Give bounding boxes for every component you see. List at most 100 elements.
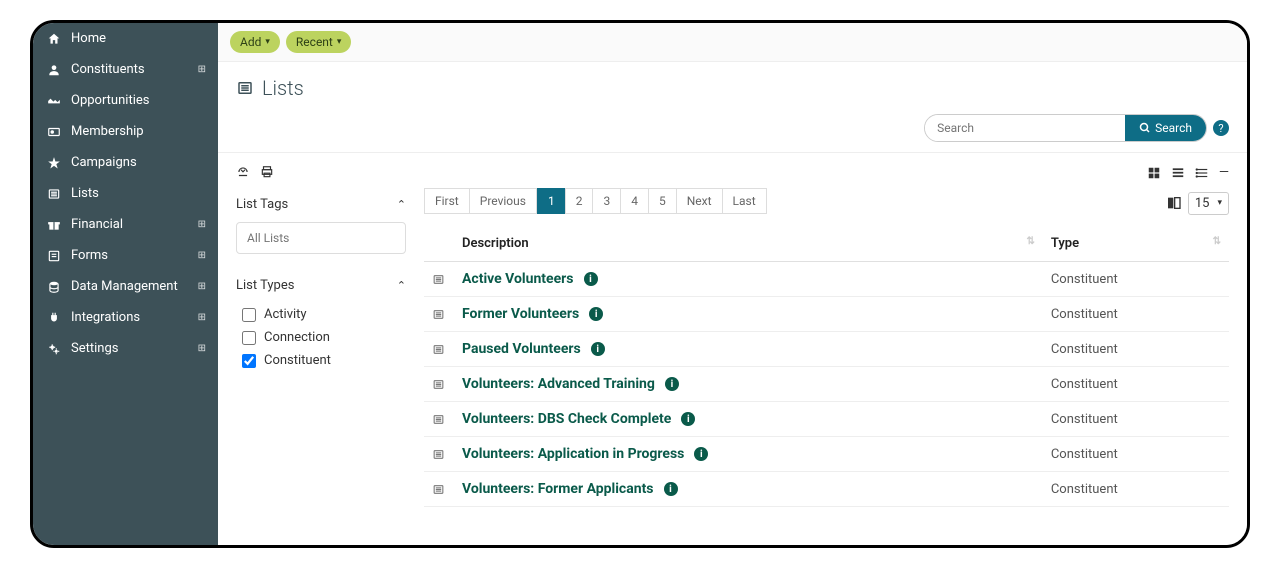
grid-view-icon[interactable] (1147, 166, 1161, 180)
page-5[interactable]: 5 (648, 188, 677, 214)
expand-icon: ⊞ (198, 64, 206, 75)
gift-icon (45, 218, 63, 232)
page-next[interactable]: Next (676, 188, 723, 214)
sidebar-item-lists[interactable]: Lists (33, 178, 218, 209)
sidebar-label: Integrations (71, 310, 198, 325)
checkbox[interactable] (242, 308, 256, 322)
plug-icon (45, 311, 63, 325)
info-icon[interactable]: i (681, 412, 695, 426)
table-row[interactable]: Volunteers: DBS Check Completei Constitue… (424, 402, 1229, 437)
search-button[interactable]: Search (1125, 115, 1206, 141)
sidebar-item-opportunities[interactable]: Opportunities (33, 85, 218, 116)
expand-icon: ⊞ (198, 312, 206, 323)
sidebar-label: Membership (71, 124, 206, 139)
help-icon[interactable]: ? (1213, 120, 1229, 136)
info-icon[interactable]: i (591, 342, 605, 356)
search-input[interactable] (925, 115, 1125, 141)
page-title-text: Lists (262, 76, 304, 100)
type-cell: Constituent (1043, 402, 1229, 437)
list-link[interactable]: Volunteers: Application in Progressi (462, 446, 708, 462)
column-description[interactable]: Description⇅ (454, 226, 1043, 262)
list-types-label: List Types (236, 278, 294, 293)
table-row[interactable]: Volunteers: Advanced Trainingi Constituen… (424, 367, 1229, 402)
download-icon[interactable] (236, 165, 250, 179)
column-type[interactable]: Type⇅ (1043, 226, 1229, 262)
sidebar-label: Settings (71, 341, 198, 356)
list-icon (432, 343, 446, 356)
sidebar-item-forms[interactable]: Forms ⊞ (33, 240, 218, 271)
sidebar-item-integrations[interactable]: Integrations ⊞ (33, 302, 218, 333)
page-first[interactable]: First (424, 188, 470, 214)
info-icon[interactable]: i (694, 447, 708, 461)
type-cell: Constituent (1043, 332, 1229, 367)
sidebar-item-home[interactable]: Home (33, 23, 218, 54)
list-link[interactable]: Volunteers: Advanced Trainingi (462, 376, 679, 392)
sidebar-item-data-management[interactable]: Data Management ⊞ (33, 271, 218, 302)
main-content: Add▾ Recent▾ Lists Search ? (218, 23, 1247, 545)
compact-view-icon[interactable] (1195, 166, 1209, 180)
checkbox[interactable] (242, 354, 256, 368)
list-type-constituent[interactable]: Constituent (236, 349, 406, 372)
handshake-icon (45, 94, 63, 108)
list-link[interactable]: Former Volunteersi (462, 306, 603, 322)
sidebar-item-financial[interactable]: Financial ⊞ (33, 209, 218, 240)
list-type-activity[interactable]: Activity (236, 303, 406, 326)
checkbox-label: Constituent (264, 353, 331, 368)
info-icon[interactable]: i (584, 272, 598, 286)
list-type-connection[interactable]: Connection (236, 326, 406, 349)
sidebar-item-campaigns[interactable]: Campaigns (33, 147, 218, 178)
sidebar-item-settings[interactable]: Settings ⊞ (33, 333, 218, 364)
add-label: Add (240, 35, 261, 49)
print-icon[interactable] (260, 165, 274, 179)
add-button[interactable]: Add▾ (230, 31, 280, 53)
list-icon (432, 483, 446, 496)
page-previous[interactable]: Previous (469, 188, 537, 214)
checkbox[interactable] (242, 331, 256, 345)
type-cell: Constituent (1043, 367, 1229, 402)
page-4[interactable]: 4 (620, 188, 649, 214)
sidebar: Home Constituents ⊞ Opportunities Member… (33, 23, 218, 545)
home-icon (45, 32, 63, 46)
search-icon (1139, 122, 1151, 134)
expand-icon: ⊞ (198, 343, 206, 354)
type-cell: Constituent (1043, 437, 1229, 472)
table-row[interactable]: Active Volunteersi Constituent (424, 262, 1229, 297)
table-row[interactable]: Paused Volunteersi Constituent (424, 332, 1229, 367)
list-icon (45, 187, 63, 201)
sidebar-item-membership[interactable]: Membership (33, 116, 218, 147)
page-2[interactable]: 2 (565, 188, 594, 214)
list-link[interactable]: Active Volunteersi (462, 271, 598, 287)
list-view-icon[interactable] (1171, 166, 1185, 180)
list-tags-input[interactable] (236, 222, 406, 254)
list-icon (432, 273, 446, 286)
collapse-icon[interactable]: — (1219, 165, 1229, 180)
list-types-header[interactable]: List Types ⌃ (236, 278, 406, 293)
recent-button[interactable]: Recent▾ (286, 31, 352, 53)
info-icon[interactable]: i (589, 307, 603, 321)
list-icon (432, 413, 446, 426)
table-row[interactable]: Volunteers: Former Applicantsi Constituen… (424, 472, 1229, 507)
info-icon[interactable]: i (664, 482, 678, 496)
star-icon (45, 156, 63, 170)
info-icon[interactable]: i (665, 377, 679, 391)
page-3[interactable]: 3 (592, 188, 621, 214)
sidebar-label: Financial (71, 217, 198, 232)
page-1[interactable]: 1 (537, 188, 566, 214)
list-icon (236, 79, 254, 97)
list-link[interactable]: Paused Volunteersi (462, 341, 605, 357)
table-row[interactable]: Former VolunteersiConstituent (424, 297, 1229, 332)
type-cell: Constituent (1043, 472, 1229, 507)
list-link[interactable]: Volunteers: DBS Check Completei (462, 411, 695, 427)
table-row[interactable]: Volunteers: Application in Progressi Cons… (424, 437, 1229, 472)
per-page-value: 15 (1195, 196, 1210, 211)
per-page-select[interactable]: 15▾ (1188, 192, 1229, 215)
page-last[interactable]: Last (722, 188, 767, 214)
search-button-label: Search (1155, 121, 1192, 135)
sidebar-label: Data Management (71, 279, 198, 294)
list-link[interactable]: Volunteers: Former Applicantsi (462, 481, 678, 497)
pagination: First Previous 12345 Next Last (424, 188, 767, 214)
list-tags-header[interactable]: List Tags ⌃ (236, 197, 406, 212)
sidebar-item-constituents[interactable]: Constituents ⊞ (33, 54, 218, 85)
type-cell: Constituent (1043, 262, 1229, 297)
columns-icon[interactable] (1166, 195, 1182, 211)
